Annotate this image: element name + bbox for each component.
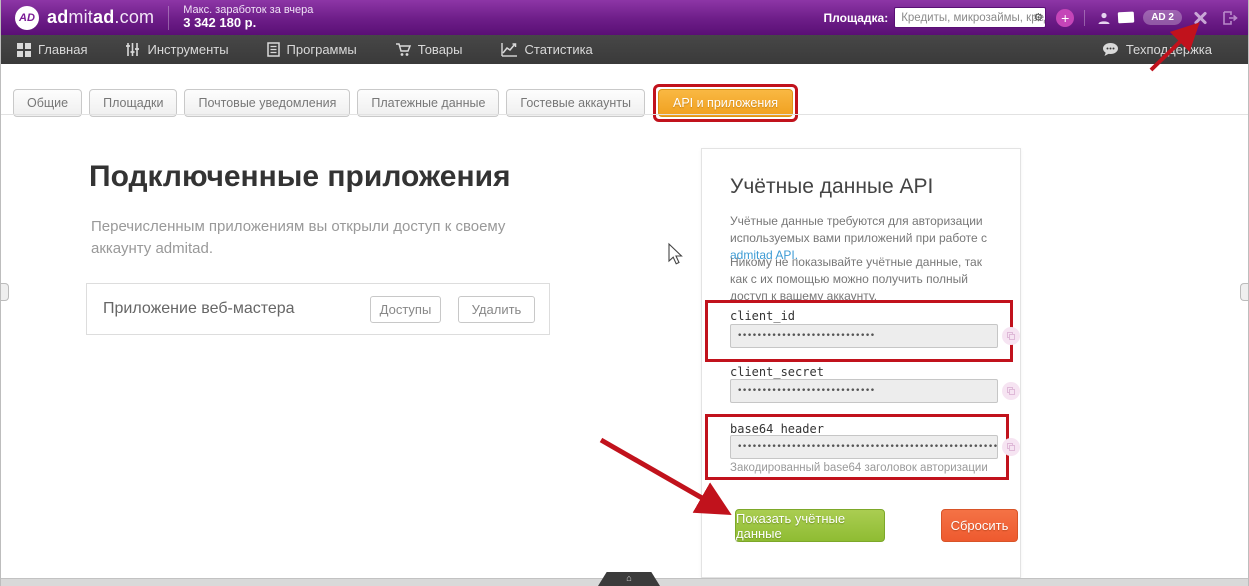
tab-api-applications[interactable]: API и приложения [658, 89, 793, 117]
left-panel-handle[interactable] [1, 283, 9, 301]
nav-item-label: Программы [287, 42, 357, 57]
tab-platforms[interactable]: Площадки [89, 89, 177, 117]
chat-bubble-icon [1102, 42, 1119, 57]
nav-item-label: Статистика [525, 42, 593, 57]
client-id-input[interactable]: •••••••••••••••••••••••••••• [730, 324, 998, 348]
chart-icon [501, 42, 518, 57]
show-credentials-button[interactable]: Показать учётные данные [735, 509, 885, 542]
header-divider [168, 6, 169, 30]
admitad-logo-text: admitad.com [47, 7, 154, 28]
admitad-logo[interactable]: AD admitad.com [15, 6, 154, 30]
user-icon[interactable] [1097, 11, 1111, 25]
top-header-bar: AD admitad.com Макс. заработок за вчера … [1, 0, 1248, 35]
earnings-value: 3 342 180 р. [183, 16, 313, 30]
document-icon [267, 42, 280, 57]
sliders-icon [125, 42, 140, 57]
nav-item-programs[interactable]: Программы [267, 42, 357, 57]
base64-header-input[interactable]: ••••••••••••••••••••••••••••••••••••••••… [730, 435, 998, 459]
tab-payment-details[interactable]: Платежные данные [357, 89, 499, 117]
nav-item-tools[interactable]: Инструменты [125, 42, 228, 57]
platform-select-input[interactable]: Кредиты, микрозаймы, кред ⚙ [894, 7, 1046, 28]
app-name: Приложение веб-мастера [103, 300, 370, 318]
nav-item-label: Товары [418, 42, 463, 57]
cart-icon [395, 42, 411, 57]
tab-general[interactable]: Общие [13, 89, 82, 117]
mouse-cursor [669, 244, 682, 264]
reset-credentials-button[interactable]: Сбросить [941, 509, 1018, 542]
api-credentials-panel: Учётные данные API Учётные данные требую… [701, 148, 1021, 578]
tools-icon[interactable] [1192, 10, 1208, 26]
client-secret-label: client_secret [730, 365, 824, 379]
connected-app-row: Приложение веб-мастера Доступы Удалить [86, 283, 550, 335]
page-title: Подключенные приложения [89, 160, 511, 194]
grid-icon [17, 43, 31, 57]
nav-item-label: Инструменты [147, 42, 228, 57]
nav-item-statistics[interactable]: Статистика [501, 42, 593, 57]
copy-icon[interactable] [1002, 438, 1020, 456]
admitad-logo-icon: AD [15, 6, 39, 30]
platform-label: Площадка: [824, 11, 889, 25]
base64-header-label: base64_header [730, 422, 824, 436]
earnings-summary: Макс. заработок за вчера 3 342 180 р. [183, 4, 313, 30]
copy-icon[interactable] [1002, 382, 1020, 400]
nav-item-support[interactable]: Техподдержка [1102, 42, 1212, 57]
nav-support-label: Техподдержка [1126, 42, 1212, 57]
tab-guest-accounts[interactable]: Гостевые аккаунты [506, 89, 645, 117]
panel-title: Учётные данные API [730, 175, 933, 199]
nav-item-label: Главная [38, 42, 87, 57]
panel-warning: Никому не показывайте учётные данные, та… [730, 254, 996, 305]
main-nav-bar: Главная Инструменты Программы Товары Ста… [1, 35, 1248, 64]
nav-item-home[interactable]: Главная [17, 42, 87, 57]
right-panel-handle[interactable] [1240, 283, 1248, 301]
admitad-settings-page: AD admitad.com Макс. заработок за вчера … [0, 0, 1249, 586]
app-access-button[interactable]: Доступы [370, 296, 441, 323]
scroll-top-handle[interactable]: ⌂ [598, 572, 660, 586]
gear-icon: ⚙ [1033, 11, 1043, 24]
platform-value: Кредиты, микрозаймы, кред [901, 12, 1046, 24]
account-badge[interactable]: AD 2 [1143, 10, 1182, 25]
copy-icon[interactable] [1002, 327, 1020, 345]
client-id-label: client_id [730, 309, 795, 323]
base64-helper-text: Закодированный base64 заголовок авториза… [730, 462, 988, 474]
app-delete-button[interactable]: Удалить [458, 296, 535, 323]
tab-mail-notifications[interactable]: Почтовые уведомления [184, 89, 350, 117]
tab-bar-divider [1, 114, 1248, 115]
annotation-box-active-tab: API и приложения [653, 84, 798, 122]
client-secret-input[interactable]: •••••••••••••••••••••••••••• [730, 379, 998, 403]
settings-tab-bar: Общие Площадки Почтовые уведомления Плат… [13, 84, 798, 122]
flag-icon[interactable] [1115, 11, 1135, 25]
nav-item-goods[interactable]: Товары [395, 42, 463, 57]
panel-intro-text: Учётные данные требуются для авторизации… [730, 214, 987, 245]
page-description: Перечисленным приложениям вы открыли дос… [91, 216, 551, 260]
add-platform-button[interactable]: + [1056, 9, 1074, 27]
logout-icon[interactable] [1222, 10, 1238, 26]
